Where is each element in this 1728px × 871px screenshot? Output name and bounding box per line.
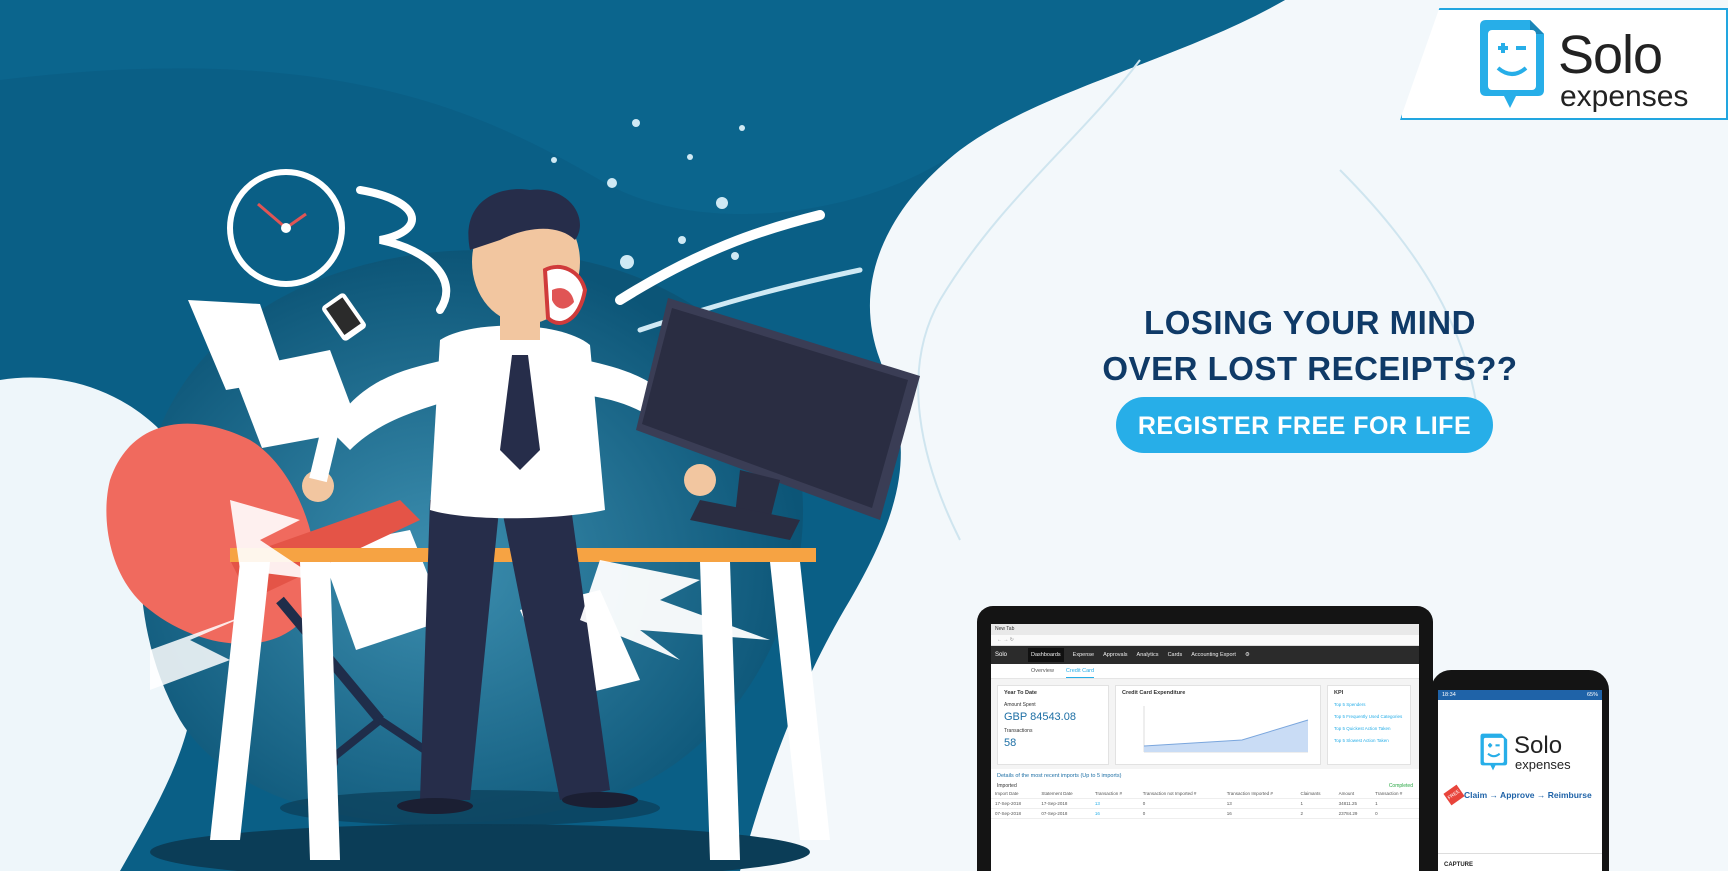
- cell: 0: [1371, 808, 1419, 819]
- headline-line-2: OVER LOST RECEIPTS??: [1102, 350, 1518, 387]
- imported-label: Imported: [997, 783, 1017, 789]
- logo-subtitle: expenses: [1560, 80, 1689, 113]
- col-transaction: Transaction #: [1090, 789, 1139, 799]
- nav-expense[interactable]: Expense: [1073, 652, 1094, 658]
- nav-approvals[interactable]: Approvals: [1103, 652, 1127, 658]
- nav-accounting-export[interactable]: Accounting Export: [1191, 652, 1236, 658]
- completed-badge: Completed: [1388, 783, 1413, 789]
- kpi-link-categories[interactable]: Top 5 Frequently Used Categories: [1334, 714, 1404, 719]
- nav-cards[interactable]: Cards: [1168, 652, 1183, 658]
- amount-value: GBP 84543.08: [1004, 711, 1076, 723]
- col-transaction-2: Transaction #: [1371, 789, 1419, 799]
- free-badge: FREE: [1443, 784, 1465, 806]
- imports-title: Details of the most recent imports (Up t…: [997, 773, 1122, 779]
- imports-table: Import Date Statement Date Transaction #…: [991, 789, 1419, 819]
- phone-time: 18:34: [1442, 692, 1456, 698]
- phone-logo: Solo expenses: [1478, 732, 1598, 784]
- address-bar[interactable]: ← → ↻: [991, 635, 1419, 646]
- kpi-link-spenders[interactable]: Top 5 Spenders: [1334, 702, 1404, 707]
- app-nav: Solo Dashboards Expense Approvals Analyt…: [991, 646, 1419, 664]
- capture-section-label: CAPTURE: [1444, 862, 1474, 868]
- cell[interactable]: 13: [1090, 798, 1139, 809]
- tab-credit-card[interactable]: Credit Card: [1065, 664, 1095, 678]
- laptop-mockup: New Tab ← → ↻ Solo Dashboards Expense Ap…: [977, 606, 1433, 871]
- subtabs: Overview Credit Card: [991, 664, 1419, 679]
- col-imported: Transaction Imported #: [1222, 789, 1297, 799]
- divider: [1438, 853, 1602, 854]
- table-header-row: Import Date Statement Date Transaction #…: [991, 789, 1419, 799]
- cell: 23784.29: [1334, 808, 1372, 819]
- col-not-imported: Transaction not Imported #: [1138, 789, 1223, 799]
- col-amount: Amount: [1334, 789, 1372, 799]
- banner: Solo expenses LOSING YOUR MIND OVER LOST…: [0, 0, 1728, 871]
- tab-overview[interactable]: Overview: [1031, 664, 1054, 678]
- amount-label: Amount Spent: [1004, 702, 1036, 708]
- col-claimants: Claimants: [1296, 789, 1335, 799]
- nav-analytics[interactable]: Analytics: [1137, 652, 1159, 658]
- receipt-face-icon: [1480, 733, 1508, 771]
- cell: 1: [1371, 798, 1419, 809]
- app-nav-logo[interactable]: Solo: [995, 649, 1019, 661]
- dashboard-cards: Year To Date Amount Spent GBP 84543.08 T…: [991, 679, 1419, 769]
- register-free-button[interactable]: REGISTER FREE FOR LIFE: [1116, 397, 1493, 453]
- cell[interactable]: 16: [1090, 808, 1139, 819]
- cell: 16: [1222, 808, 1297, 819]
- cell: 07-Sep-2018: [1037, 808, 1091, 819]
- expenditure-area-chart: [1143, 706, 1309, 753]
- table-row[interactable]: 17-Sep-2018 17-Sep-2018 13 0 13 1 34811.…: [991, 798, 1419, 809]
- phone-mockup: 18:34 65% Solo expenses FREE Claim → App…: [1431, 670, 1609, 871]
- kpi-link-slowest[interactable]: Top 5 Slowest Action Taken: [1334, 738, 1404, 743]
- cell: 2: [1296, 808, 1335, 819]
- receipt-face-icon: [1480, 20, 1544, 108]
- cell: 0: [1138, 798, 1223, 809]
- kpi-card: KPI Top 5 Spenders Top 5 Frequently Used…: [1327, 685, 1411, 765]
- col-import-date: Import Date: [991, 789, 1038, 799]
- cell: 07-Sep-2018: [991, 808, 1038, 819]
- transactions-value: 58: [1004, 737, 1017, 749]
- expenditure-card: Credit Card Expenditure: [1115, 685, 1321, 765]
- logo-wordmark: Solo: [1558, 25, 1663, 85]
- kpi-title: KPI: [1334, 690, 1344, 696]
- cell: 0: [1138, 808, 1223, 819]
- transactions-label: Transactions: [1004, 728, 1033, 734]
- phone-tagline: Claim → Approve → Reimburse: [1464, 790, 1592, 800]
- expenditure-title: Credit Card Expenditure: [1122, 690, 1186, 696]
- cell: 34811.25: [1334, 798, 1372, 809]
- phone-logo-wordmark: Solo: [1514, 732, 1563, 759]
- phone-screen: 18:34 65% Solo expenses FREE Claim → App…: [1438, 690, 1602, 871]
- kpi-link-quickest[interactable]: Top 5 Quickest Action Taken: [1334, 726, 1404, 731]
- nav-dashboards[interactable]: Dashboards: [1028, 648, 1064, 662]
- gear-icon[interactable]: ⚙: [1245, 652, 1250, 658]
- year-to-date-card: Year To Date Amount Spent GBP 84543.08 T…: [997, 685, 1109, 765]
- cell: 13: [1222, 798, 1297, 809]
- phone-logo-subtitle: expenses: [1515, 757, 1571, 772]
- headline: LOSING YOUR MIND OVER LOST RECEIPTS??: [1060, 300, 1560, 392]
- browser-tab[interactable]: New Tab: [991, 624, 1419, 635]
- cell: 17-Sep-2018: [1037, 798, 1091, 809]
- laptop-screen: New Tab ← → ↻ Solo Dashboards Expense Ap…: [991, 624, 1419, 871]
- ytd-title: Year To Date: [1004, 690, 1037, 696]
- headline-line-1: LOSING YOUR MIND: [1144, 304, 1476, 341]
- cell: 1: [1296, 798, 1335, 809]
- phone-status-bar: 18:34 65%: [1438, 690, 1602, 700]
- cell: 17-Sep-2018: [991, 798, 1038, 809]
- col-statement-date: Statement Date: [1037, 789, 1091, 799]
- solo-expenses-logo[interactable]: Solo expenses: [1400, 8, 1728, 120]
- table-row[interactable]: 07-Sep-2018 07-Sep-2018 16 0 16 2 23784.…: [991, 808, 1419, 819]
- phone-battery: 65%: [1586, 692, 1598, 698]
